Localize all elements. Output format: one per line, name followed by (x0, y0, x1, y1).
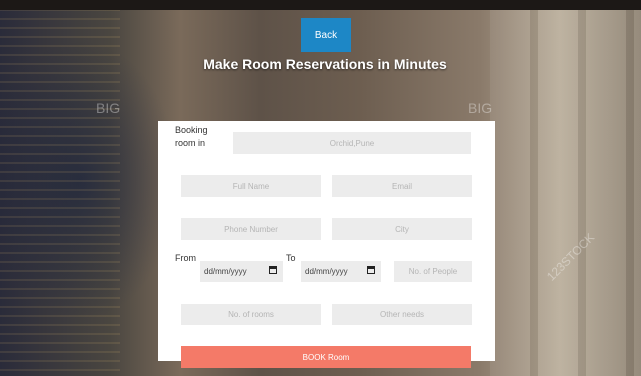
page-title: Make Room Reservations in Minutes (203, 56, 447, 72)
back-button[interactable]: Back (301, 18, 351, 52)
reservation-form: Booking room in Orchid,Pune Full Name Em… (158, 121, 495, 361)
phone-input[interactable]: Phone Number (181, 218, 321, 240)
from-label: From (175, 253, 196, 263)
people-input[interactable]: No. of People (394, 261, 472, 282)
calendar-icon[interactable] (269, 266, 277, 274)
email-input[interactable]: Email (332, 175, 472, 197)
to-date-text: dd/mm/yyyy (305, 267, 348, 276)
wall-text-left: BIG (96, 100, 121, 116)
other-needs-input[interactable]: Other needs (332, 304, 472, 325)
full-name-input[interactable]: Full Name (181, 175, 321, 197)
rooms-input[interactable]: No. of rooms (181, 304, 321, 325)
top-strip (0, 0, 641, 10)
to-date-input[interactable]: dd/mm/yyyy (301, 261, 381, 282)
from-date-input[interactable]: dd/mm/yyyy (200, 261, 283, 282)
city-input[interactable]: City (332, 218, 472, 240)
booking-room-label: Booking room in (175, 125, 208, 148)
hotel-select[interactable]: Orchid,Pune (233, 132, 471, 154)
to-label: To (286, 253, 296, 263)
wall-text-right: BIG (468, 100, 493, 116)
from-date-text: dd/mm/yyyy (204, 267, 247, 276)
calendar-icon[interactable] (367, 266, 375, 274)
book-room-button[interactable]: BOOK Room (181, 346, 471, 368)
